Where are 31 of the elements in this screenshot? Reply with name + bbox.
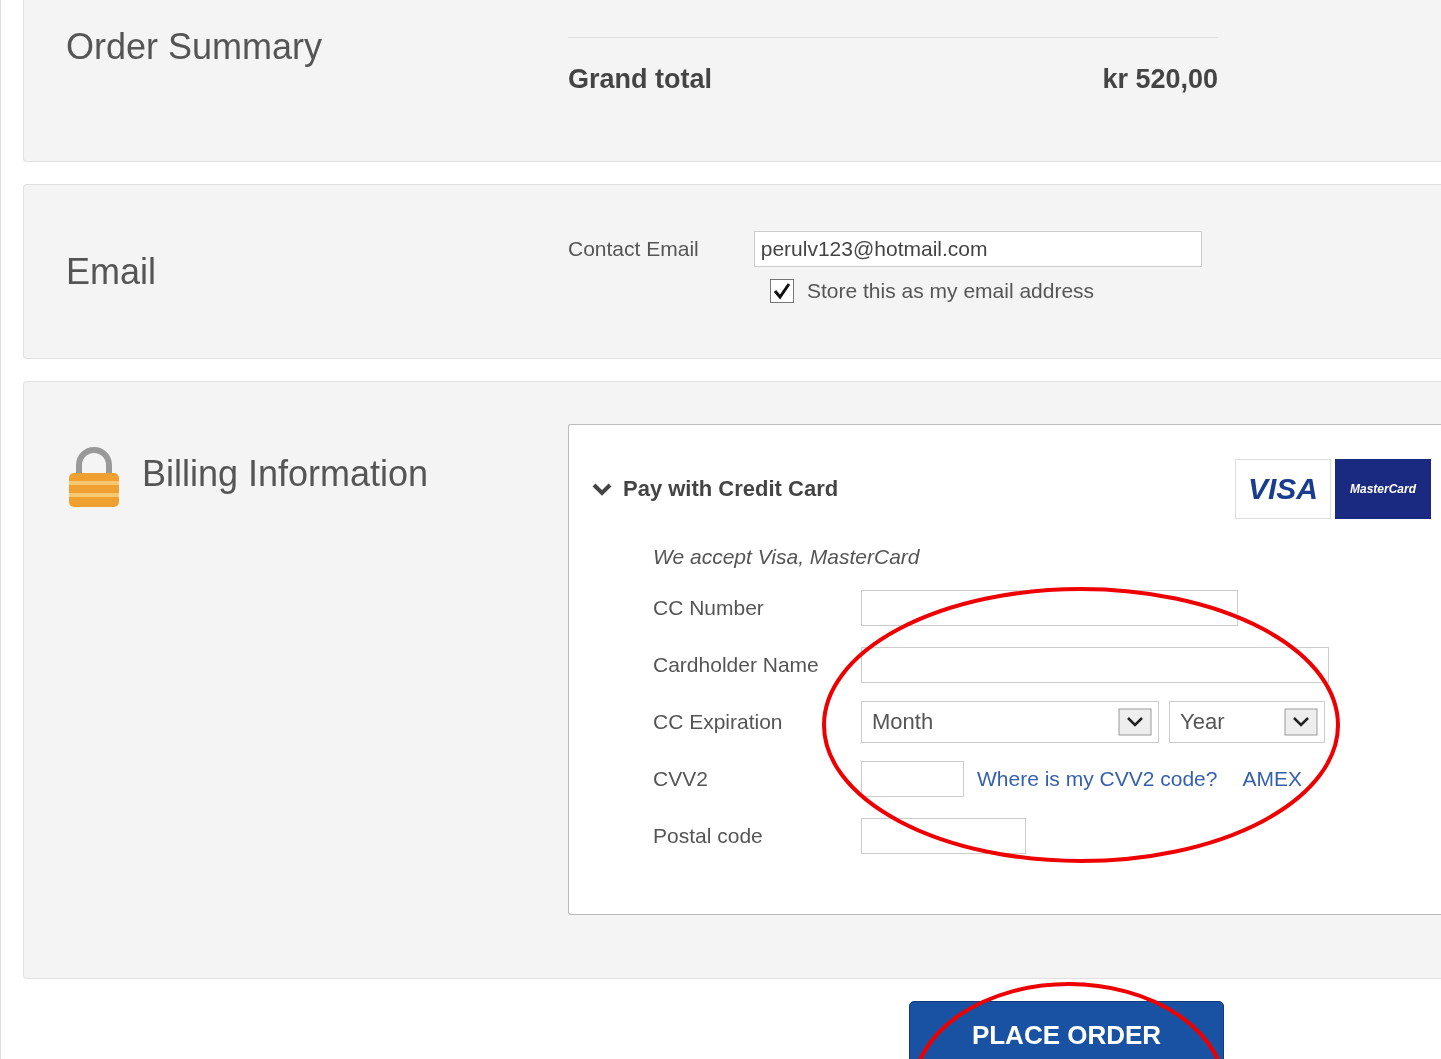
caret-icon — [1118, 707, 1152, 736]
total-label: Grand total — [568, 64, 712, 95]
place-order-button[interactable]: PLACE ORDER — [909, 1001, 1224, 1059]
amex-link[interactable]: AMEX — [1242, 766, 1302, 791]
chevron-down-icon[interactable] — [591, 481, 613, 497]
text-field[interactable] — [861, 646, 1329, 683]
caret-icon — [1284, 707, 1318, 736]
email-field[interactable]: perulv123@hotmail.com — [753, 231, 1202, 267]
text-field[interactable] — [861, 589, 1238, 626]
payment-method-title[interactable]: Pay with Credit Card — [623, 476, 839, 502]
field-label: Cardholder Name — [653, 652, 820, 677]
card-logo: MasterCard — [1335, 459, 1431, 519]
checkbox-label: Store this as my email address — [807, 279, 1095, 303]
year-select[interactable]: Year — [1169, 700, 1325, 743]
field-label: Postal code — [653, 823, 764, 848]
cvv-help-link[interactable]: Where is my CVV2 code? — [977, 766, 1218, 791]
text-field[interactable] — [861, 817, 1026, 854]
month-select[interactable]: Month — [861, 700, 1159, 743]
section-title: Email — [66, 250, 157, 293]
field-label: Contact Email — [568, 237, 699, 261]
section-title: Order Summary — [66, 26, 323, 68]
field-label: CC Number — [653, 595, 765, 620]
accepted-cards-note: We accept Visa, MasterCard — [653, 545, 920, 569]
checkbox[interactable] — [770, 279, 794, 303]
section-title: Billing Information — [142, 453, 429, 495]
field-label: CC Expiration — [653, 709, 784, 734]
total-value: kr 520,00 — [1102, 64, 1218, 95]
padlock-icon — [66, 445, 122, 509]
card-logo: VISA — [1235, 459, 1331, 519]
field-label: CVV2 — [653, 766, 709, 791]
cvv-field[interactable] — [861, 760, 964, 797]
